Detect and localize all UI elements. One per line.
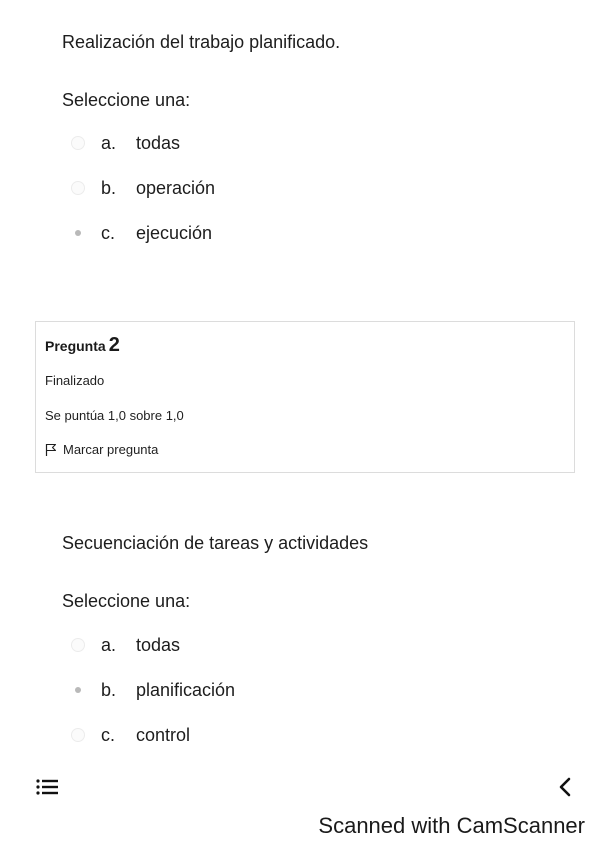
option-letter: c. [101,724,116,745]
scanner-watermark: Scanned with CamScanner [318,813,585,838]
radio-button-unselected[interactable] [71,728,85,742]
bottom-navigation-bar [0,766,599,806]
question-number-heading: Pregunta 2 [45,334,120,357]
flag-question-label: Marcar pregunta [63,442,159,457]
option-letter: b. [101,177,117,198]
question-1-text: Realización del trabajo planificado. [62,32,341,52]
option-label: planificación [136,679,236,700]
radio-button-selected[interactable] [71,683,85,697]
question-2-prompt: Seleccione una: [62,591,191,611]
question-status: Finalizado [45,373,105,388]
option-letter: a. [101,132,117,153]
question-score: Se puntúa 1,0 sobre 1,0 [45,408,184,423]
option-letter: a. [101,634,117,655]
question-label: Pregunta [45,338,106,354]
radio-button-unselected[interactable] [71,136,85,150]
option-letter: b. [101,679,117,700]
option-label: todas [136,634,181,655]
option-label: todas [136,132,181,153]
radio-button-unselected[interactable] [71,638,85,652]
question-number: 2 [108,334,120,356]
question-1-option-a[interactable]: a. todas [71,128,180,158]
question-1-prompt: Seleccione una: [62,90,191,110]
flag-question-link[interactable]: Marcar pregunta [45,442,158,457]
option-label: ejecución [136,222,213,243]
question-2-option-c[interactable]: c. control [71,720,190,750]
question-info-box: Pregunta 2 Finalizado Se puntúa 1,0 sobre… [35,321,575,473]
radio-button-unselected[interactable] [71,181,85,195]
question-2-text: Secuenciación de tareas y actividades [62,533,369,553]
chevron-left-icon[interactable] [555,776,575,798]
question-2-option-a[interactable]: a. todas [71,630,180,660]
question-1-option-b[interactable]: b. operación [71,173,215,203]
option-label: control [136,724,191,745]
radio-button-selected[interactable] [71,226,85,240]
question-2-option-b[interactable]: b. planificación [71,675,235,705]
question-1-option-c[interactable]: c. ejecución [71,218,212,248]
option-letter: c. [101,222,116,243]
flag-icon [45,443,57,456]
list-menu-icon[interactable] [36,778,58,796]
option-label: operación [136,177,216,198]
